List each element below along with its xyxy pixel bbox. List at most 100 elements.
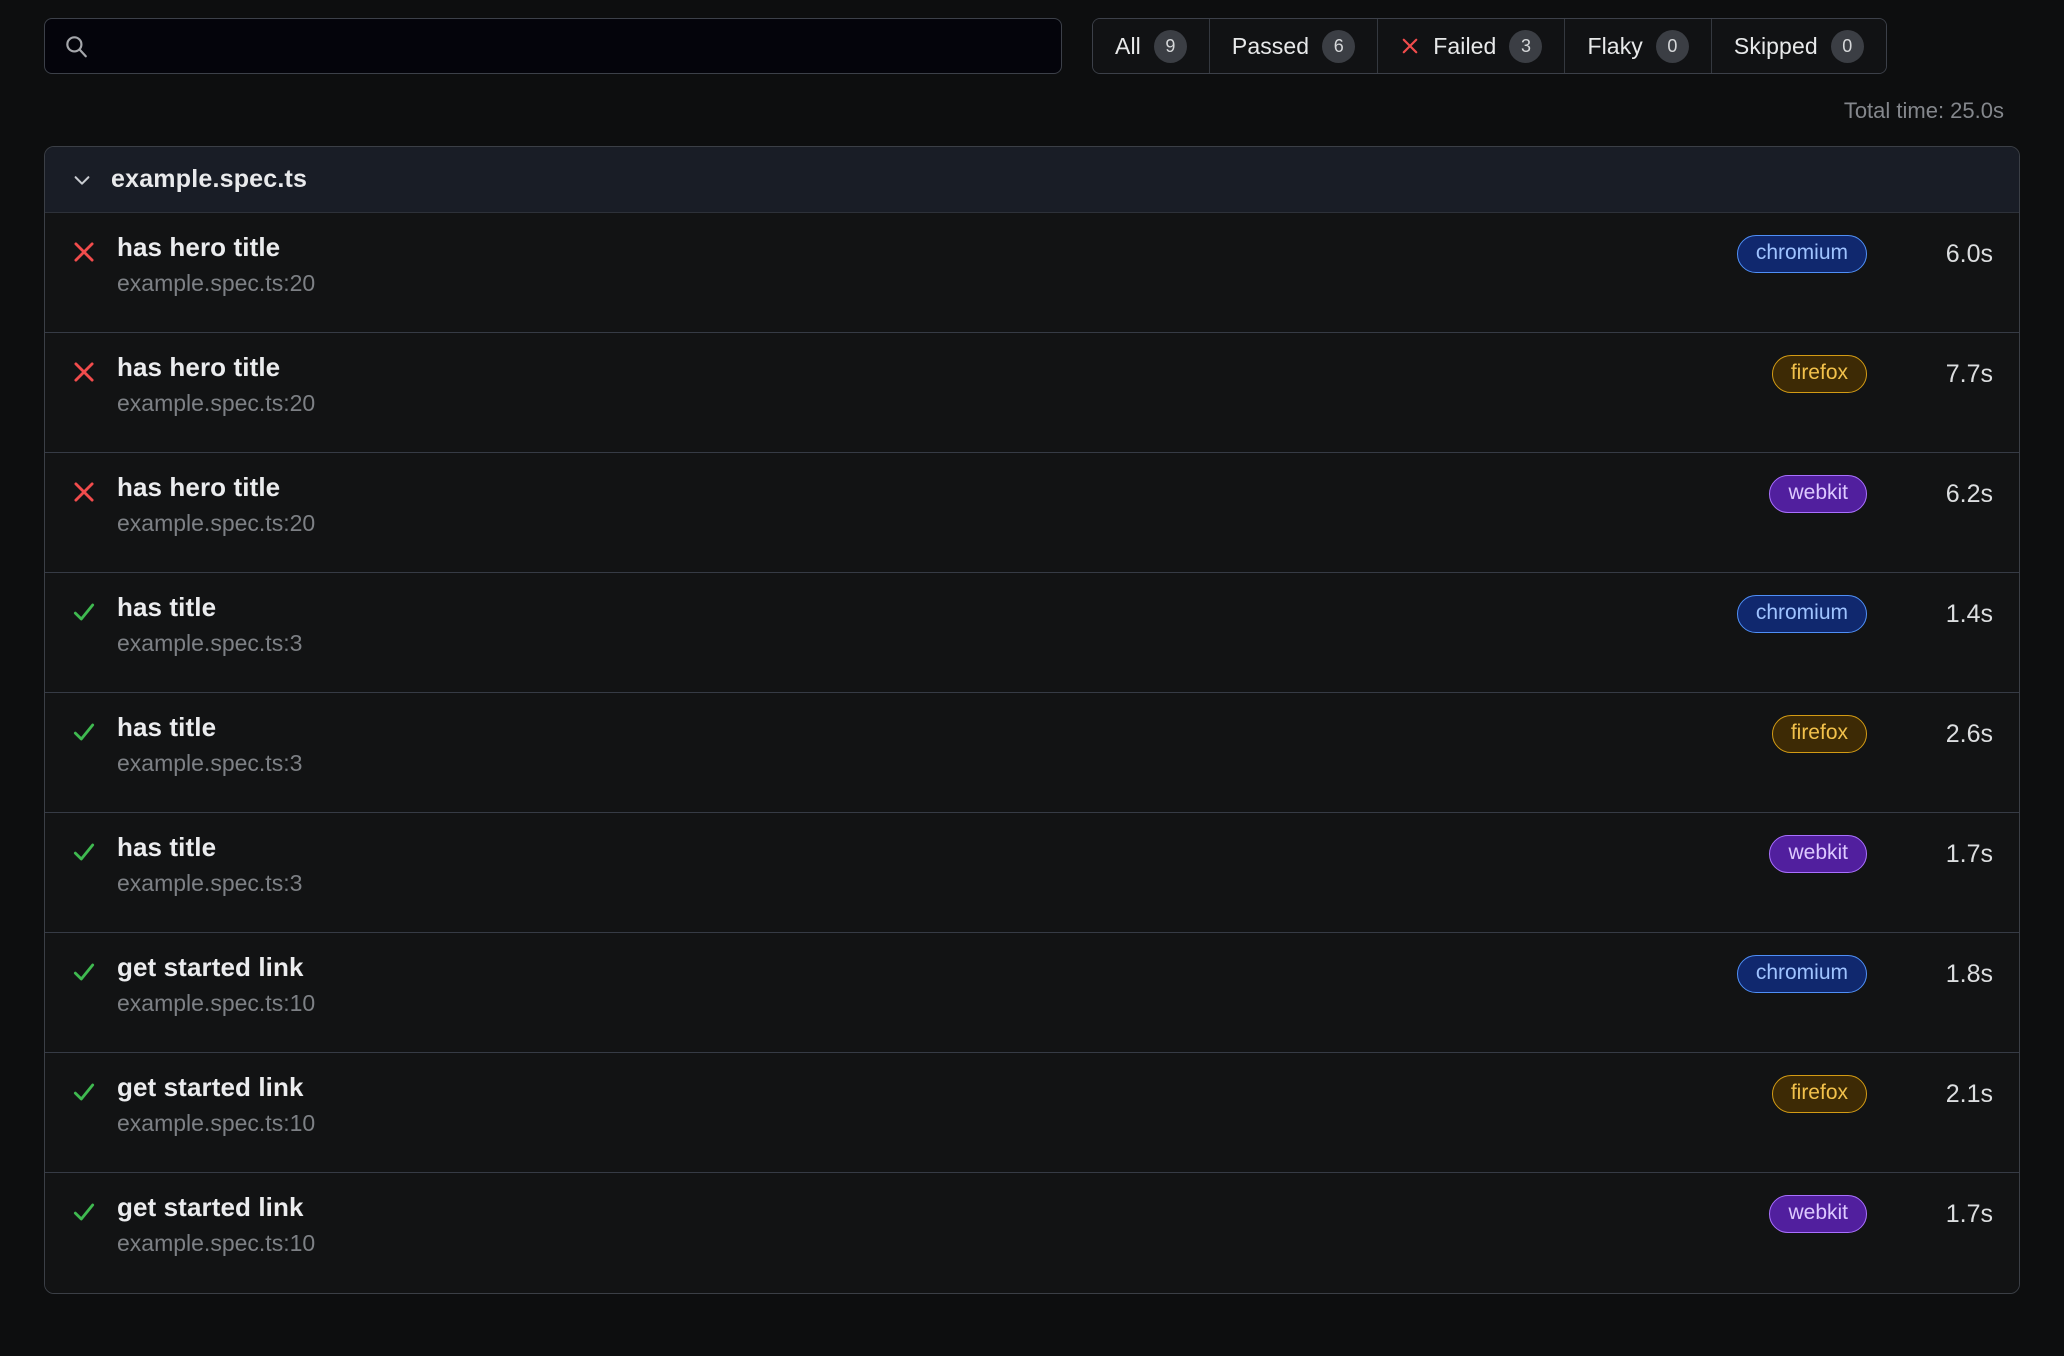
filter-tabs: All 9 Passed 6 Failed 3 Flaky 0 Skipped … [1092,18,1887,74]
test-duration: 2.6s [1945,719,1993,748]
test-title[interactable]: has hero title [117,353,1772,382]
test-row-meta: webkit 6.2s [1769,475,1993,514]
project-badge: firefox [1771,355,1867,394]
test-row-meta: chromium 6.0s [1736,235,1993,274]
project-badge: webkit [1769,1195,1867,1234]
check-mark-icon [73,963,95,981]
search-icon [66,36,87,58]
test-row-meta: webkit 1.7s [1769,835,1993,874]
test-row[interactable]: has title example.spec.ts:3 chromium 1.4s [45,573,2019,693]
project-badge: firefox [1771,715,1867,754]
tab-flaky-count: 0 [1655,29,1689,63]
test-location: example.spec.ts:3 [117,869,303,896]
test-row-main: has title example.spec.ts:3 [97,833,1769,896]
check-mark-icon [73,1203,95,1221]
test-title[interactable]: has title [117,713,1772,742]
check-mark-icon [73,1083,95,1101]
test-title[interactable]: get started link [117,1193,1769,1222]
test-row-main: get started link example.spec.ts:10 [97,953,1737,1016]
top-toolbar: All 9 Passed 6 Failed 3 Flaky 0 Skipped … [44,18,2020,80]
test-title[interactable]: get started link [117,953,1737,982]
file-group: example.spec.ts has hero title example.sp… [44,146,2020,1294]
test-row-main: get started link example.spec.ts:10 [97,1073,1772,1136]
test-duration: 1.8s [1945,959,1993,988]
x-mark-icon [1402,38,1418,54]
test-duration: 1.7s [1945,839,1993,868]
test-row-meta: firefox 2.1s [1771,1075,1993,1114]
tab-flaky-label: Flaky [1587,32,1643,59]
x-mark-icon [74,362,94,382]
tab-flaky[interactable]: Flaky 0 [1565,19,1712,73]
test-row-main: has hero title example.spec.ts:20 [97,233,1737,296]
project-badge: webkit [1769,835,1867,874]
project-badge: firefox [1771,1075,1867,1114]
test-duration: 6.0s [1945,239,1993,268]
test-location: example.spec.ts:10 [117,1109,316,1136]
project-badge: chromium [1736,595,1867,634]
project-badge: chromium [1736,235,1867,274]
total-time-label: Total time: 25.0s [1843,98,2004,123]
test-location: example.spec.ts:3 [117,749,303,776]
test-row-main: has title example.spec.ts:3 [97,593,1737,656]
tab-all-label: All [1115,32,1141,59]
chevron-down-icon[interactable] [71,169,93,191]
test-title[interactable]: has hero title [117,233,1737,262]
test-duration: 1.4s [1945,599,1993,628]
check-mark-icon [73,723,95,741]
x-mark-icon [74,482,94,502]
test-title[interactable]: has title [117,593,1737,622]
test-row[interactable]: get started link example.spec.ts:10 chromi… [45,933,2019,1053]
test-row-main: has hero title example.spec.ts:20 [97,473,1769,536]
test-row[interactable]: get started link example.spec.ts:10 firefo… [45,1053,2019,1173]
test-row[interactable]: has hero title example.spec.ts:20 chromium… [45,213,2019,333]
test-location: example.spec.ts:20 [117,269,316,296]
test-location: example.spec.ts:20 [117,389,316,416]
test-row-meta: webkit 1.7s [1769,1195,1993,1234]
tab-all[interactable]: All 9 [1093,19,1210,73]
test-title[interactable]: get started link [117,1073,1772,1102]
tab-passed-count: 6 [1322,29,1356,63]
test-report-page: All 9 Passed 6 Failed 3 Flaky 0 Skipped … [0,0,2064,1356]
test-row-main: has hero title example.spec.ts:20 [97,353,1772,416]
test-title[interactable]: has title [117,833,1769,862]
test-location: example.spec.ts:3 [117,629,303,656]
test-row-meta: firefox 2.6s [1771,715,1993,754]
test-duration: 6.2s [1945,479,1993,508]
project-badge: webkit [1769,475,1867,514]
test-duration: 2.1s [1945,1079,1993,1108]
test-row-main: has title example.spec.ts:3 [97,713,1772,776]
test-location: example.spec.ts:10 [117,989,316,1016]
test-title[interactable]: has hero title [117,473,1769,502]
tab-skipped-count: 0 [1830,29,1864,63]
test-location: example.spec.ts:10 [117,1229,316,1256]
test-row[interactable]: has hero title example.spec.ts:20 webkit 6.… [45,453,2019,573]
test-location: example.spec.ts:20 [117,509,316,536]
tab-passed-label: Passed [1231,32,1310,59]
test-row[interactable]: get started link example.spec.ts:10 webkit… [45,1173,2019,1293]
search-box[interactable] [44,18,1062,74]
tab-skipped[interactable]: Skipped 0 [1711,19,1886,73]
search-input[interactable] [89,19,1043,73]
test-list: has hero title example.spec.ts:20 chromium… [45,213,2019,1293]
x-mark-icon [74,242,94,262]
test-duration: 7.7s [1945,359,1993,388]
file-group-header[interactable]: example.spec.ts [45,147,2019,213]
test-row-meta: chromium 1.8s [1736,955,1993,994]
test-row[interactable]: has title example.spec.ts:3 firefox 2.6s [45,693,2019,813]
test-row[interactable]: has hero title example.spec.ts:20 firefox 7… [45,333,2019,453]
test-row[interactable]: has title example.spec.ts:3 webkit 1.7s [45,813,2019,933]
tab-failed[interactable]: Failed 3 [1378,19,1566,73]
tab-failed-label: Failed [1433,32,1497,59]
tab-all-count: 9 [1153,29,1187,63]
test-row-main: get started link example.spec.ts:10 [97,1193,1769,1256]
test-row-meta: firefox 7.7s [1771,355,1993,394]
check-mark-icon [73,843,95,861]
tab-passed[interactable]: Passed 6 [1209,19,1379,73]
tab-skipped-label: Skipped [1733,32,1818,59]
test-row-meta: chromium 1.4s [1736,595,1993,634]
file-group-name: example.spec.ts [111,165,308,193]
project-badge: chromium [1736,955,1867,994]
check-mark-icon [73,603,95,621]
tab-failed-count: 3 [1509,29,1543,63]
test-duration: 1.7s [1945,1199,1993,1228]
